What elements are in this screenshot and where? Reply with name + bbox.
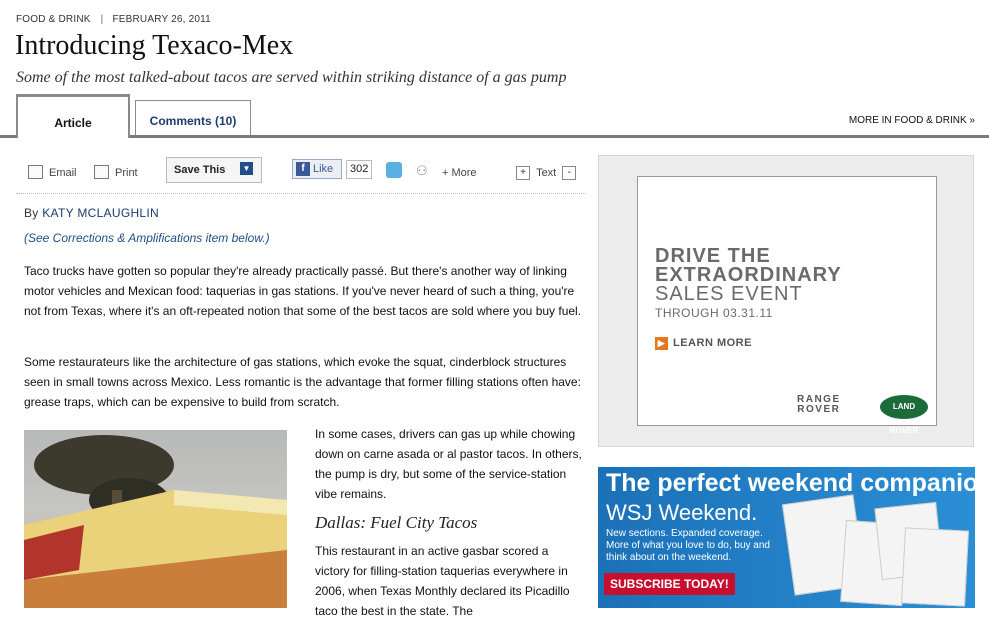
share-people-icon[interactable]: ⚇ bbox=[416, 163, 428, 179]
text-increase-button[interactable]: + bbox=[516, 166, 530, 181]
more-in-section-link[interactable]: MORE IN FOOD & DRINK » bbox=[849, 115, 975, 126]
tab-comments[interactable]: Comments (10) bbox=[135, 100, 251, 135]
page-title: Introducing Texaco-Mex bbox=[15, 30, 294, 61]
subscribe-button[interactable]: SUBSCRIBE TODAY! bbox=[604, 573, 735, 595]
chevron-down-icon[interactable]: ▼ bbox=[240, 162, 253, 175]
email-button[interactable]: Email bbox=[28, 163, 77, 183]
arrow-right-icon: ▶ bbox=[655, 337, 668, 350]
text-size-control: + Text - bbox=[516, 163, 577, 183]
email-icon bbox=[28, 165, 43, 180]
byline-prefix: By bbox=[24, 206, 39, 220]
ad-subheadline: SALES EVENT bbox=[655, 283, 803, 305]
article-paragraph: Taco trucks have gotten so popular they'… bbox=[24, 264, 582, 318]
kicker-separator: | bbox=[100, 14, 104, 25]
save-this-button[interactable]: Save This ▼ bbox=[166, 157, 262, 183]
article-subhead: Dallas: Fuel City Tacos bbox=[315, 513, 478, 532]
land-rover-logo: LAND ROVER bbox=[880, 395, 928, 435]
learn-more-label: LEARN MORE bbox=[673, 337, 752, 349]
tab-article[interactable]: Article bbox=[16, 94, 130, 138]
article-paragraph: Some restaurateurs like the architecture… bbox=[24, 355, 581, 409]
section-label[interactable]: FOOD & DRINK bbox=[16, 14, 91, 25]
like-label: Like bbox=[313, 163, 334, 175]
more-share-button[interactable]: + More bbox=[442, 163, 477, 183]
article-paragraph: This restaurant in an active gasbar scor… bbox=[315, 544, 570, 618]
print-icon bbox=[94, 165, 109, 180]
ad-headline: The perfect weekend companion. bbox=[606, 469, 975, 497]
learn-more-link[interactable]: ▶ LEARN MORE bbox=[655, 337, 752, 350]
corrections-link[interactable]: (See Corrections & Amplifications item b… bbox=[24, 231, 270, 245]
wsj-weekend-ad[interactable]: The perfect weekend companion. WSJ Weeke… bbox=[598, 467, 975, 608]
range-rover-logo-line2: ROVER bbox=[797, 404, 841, 415]
text-decrease-button[interactable]: - bbox=[562, 166, 577, 181]
like-count: 302 bbox=[346, 160, 373, 179]
text-size-label: Text bbox=[536, 167, 557, 179]
ad-headline: DRIVE THE EXTRAORDINARY bbox=[655, 246, 842, 285]
ad-date: THROUGH 03.31.11 bbox=[655, 306, 773, 320]
range-rover-ad[interactable]: DRIVE THE EXTRAORDINARY SALES EVENT THRO… bbox=[637, 176, 937, 435]
save-this-label: Save This bbox=[174, 164, 226, 176]
email-label: Email bbox=[49, 167, 77, 179]
print-label: Print bbox=[115, 167, 138, 179]
article-kicker: FOOD & DRINK | FEBRUARY 26, 2011 bbox=[16, 14, 211, 25]
facebook-like-button[interactable]: f Like bbox=[292, 159, 342, 179]
byline: By KATY MCLAUGHLIN bbox=[24, 206, 159, 220]
ad-brand-name: WSJ Weekend. bbox=[606, 500, 758, 525]
author-link[interactable]: KATY MCLAUGHLIN bbox=[42, 206, 159, 220]
article-paragraph: In some cases, drivers can gas up while … bbox=[315, 427, 582, 501]
facebook-icon: f bbox=[296, 162, 310, 176]
article-dek: Some of the most talked-about tacos are … bbox=[16, 69, 567, 86]
twitter-icon[interactable] bbox=[386, 162, 402, 178]
tab-bar-rule bbox=[0, 135, 989, 138]
article-photo bbox=[24, 430, 287, 608]
ad-body: New sections. Expanded coverage. More of… bbox=[606, 528, 770, 563]
print-button[interactable]: Print bbox=[94, 163, 138, 183]
publish-date: FEBRUARY 26, 2011 bbox=[112, 14, 211, 25]
gas-station-canopy-image bbox=[24, 435, 287, 608]
article-toolbar: Email Print Save This ▼ f Like 302 ⚇ + Mo… bbox=[16, 155, 586, 194]
range-rover-logo: RANGE ROVER bbox=[797, 395, 841, 415]
newspaper-image bbox=[901, 527, 969, 607]
